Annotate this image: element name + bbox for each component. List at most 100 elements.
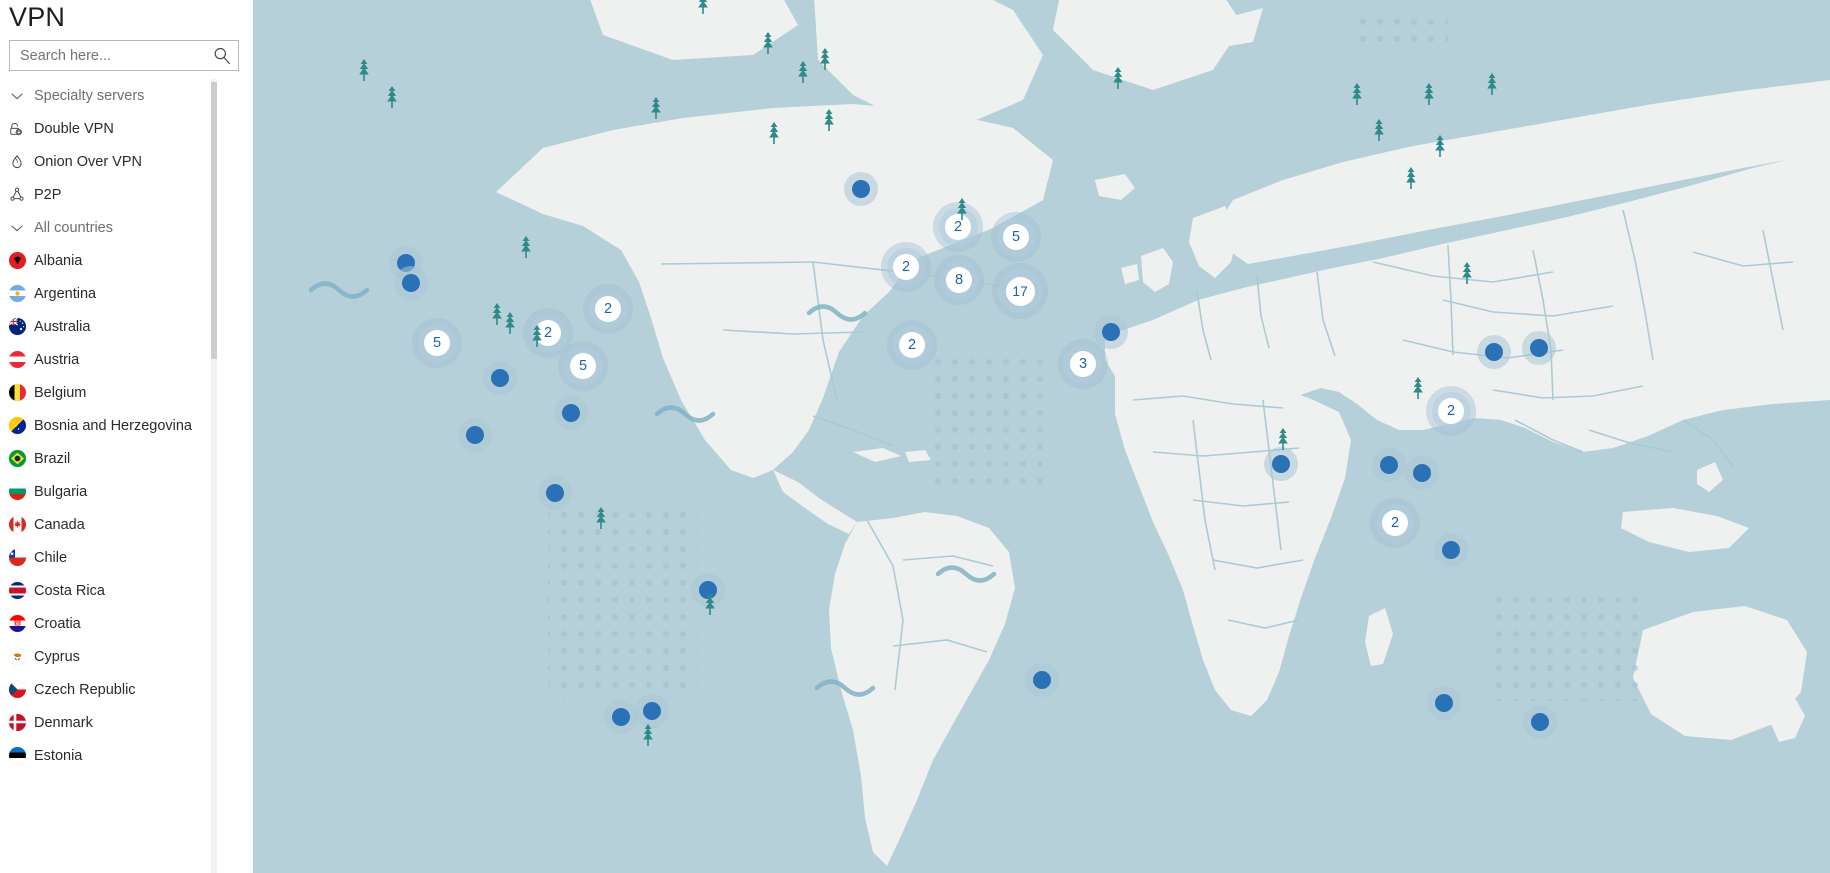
server-marker[interactable] <box>1522 331 1556 365</box>
marker-india[interactable] <box>1264 447 1298 481</box>
cluster-marker[interactable]: 5 <box>412 318 462 368</box>
tree-icon <box>503 312 517 334</box>
server-marker[interactable] <box>458 418 492 452</box>
server-marker[interactable] <box>1405 456 1439 490</box>
server-marker[interactable] <box>1372 448 1406 482</box>
marker-korea[interactable] <box>1477 335 1511 369</box>
server-marker[interactable] <box>635 694 669 728</box>
server-marker[interactable] <box>844 172 878 206</box>
marker-dot <box>546 484 564 502</box>
server-marker[interactable] <box>1477 335 1511 369</box>
marker-dot <box>1530 339 1548 357</box>
tree-icon <box>519 236 533 258</box>
marker-sweden[interactable]: 5 <box>991 212 1041 262</box>
sidebar-item-label: Double VPN <box>34 120 114 137</box>
country-label: Cyprus <box>34 648 80 665</box>
marker-vietnam[interactable] <box>1372 448 1406 482</box>
cluster-count: 5 <box>424 330 450 356</box>
flag-bosnia-and-herzegovina-icon <box>4 415 30 437</box>
cluster-count: 3 <box>1070 351 1096 377</box>
server-marker[interactable] <box>1094 315 1128 349</box>
marker-losangeles[interactable]: 5 <box>412 318 462 368</box>
server-marker[interactable] <box>554 396 588 430</box>
marker-netherlands[interactable]: 8 <box>934 255 984 305</box>
marker-uk[interactable]: 2 <box>881 242 931 292</box>
marker-atlanta[interactable] <box>554 396 588 430</box>
cluster-count: 2 <box>893 254 919 280</box>
server-marker[interactable] <box>394 266 428 300</box>
marker-germany[interactable]: 17 <box>992 263 1048 319</box>
marker-dallas[interactable] <box>458 418 492 452</box>
tree-icon <box>761 32 775 54</box>
flag-costa-rica-icon <box>4 580 30 602</box>
server-marker[interactable] <box>483 361 517 395</box>
server-marker[interactable] <box>604 700 638 734</box>
cluster-marker[interactable]: 8 <box>934 255 984 305</box>
marker-spain[interactable]: 2 <box>887 320 937 370</box>
cluster-marker[interactable]: 2 <box>1426 386 1476 436</box>
cluster-marker[interactable]: 2 <box>887 320 937 370</box>
cluster-marker[interactable]: 5 <box>991 212 1041 262</box>
sidebar: VPN Specialty servers <box>0 0 253 873</box>
server-marker[interactable] <box>538 476 572 510</box>
marker-toronto[interactable]: 2 <box>583 284 633 334</box>
marker-georgia[interactable] <box>1094 315 1128 349</box>
tree-icon <box>1422 83 1436 105</box>
marker-southafrica[interactable] <box>1025 663 1059 697</box>
tree-icon <box>1433 135 1447 157</box>
cluster-count: 17 <box>1005 276 1035 306</box>
sidebar-scrollbar-thumb[interactable] <box>211 82 217 359</box>
server-marker[interactable] <box>1427 686 1461 720</box>
server-marker[interactable] <box>1025 663 1059 697</box>
chevron-down-icon <box>4 85 30 107</box>
flag-australia-icon <box>4 316 30 338</box>
cluster-marker[interactable]: 2 <box>583 284 633 334</box>
country-label: Croatia <box>34 615 81 632</box>
marker-hongkong[interactable]: 2 <box>1426 386 1476 436</box>
sidebar-group-label: All countries <box>34 219 113 236</box>
marker-dot <box>643 702 661 720</box>
marker-dot <box>1531 713 1549 731</box>
marker-phoenix[interactable] <box>483 361 517 395</box>
marker-dot <box>491 369 509 387</box>
tree-icon <box>822 109 836 131</box>
marker-indonesia[interactable] <box>1434 533 1468 567</box>
tree-icon <box>696 0 710 14</box>
marker-dot <box>612 708 630 726</box>
marker-iceland[interactable] <box>844 172 878 206</box>
cluster-marker[interactable]: 2 <box>1370 498 1420 548</box>
server-marker[interactable] <box>1434 533 1468 567</box>
server-marker[interactable] <box>1523 705 1557 739</box>
cluster-count: 2 <box>1382 510 1408 536</box>
flag-austria-icon <box>4 349 30 371</box>
flag-croatia-icon <box>4 613 30 635</box>
tree-icon <box>649 97 663 119</box>
country-label: Belgium <box>34 384 87 401</box>
marker-dot <box>1485 343 1503 361</box>
cluster-marker[interactable]: 5 <box>558 341 608 391</box>
sidebar-item-label: P2P <box>34 186 62 203</box>
marker-newyork[interactable]: 5 <box>558 341 608 391</box>
marker-chile[interactable] <box>604 700 638 734</box>
marker-taiwan[interactable] <box>1405 456 1439 490</box>
country-label: Denmark <box>34 714 93 731</box>
marker-argentina[interactable] <box>635 694 669 728</box>
search-icon[interactable] <box>212 46 232 66</box>
cluster-marker[interactable]: 2 <box>881 242 931 292</box>
server-marker[interactable] <box>1264 447 1298 481</box>
marker-japan[interactable] <box>1522 331 1556 365</box>
marker-dot <box>562 404 580 422</box>
marker-australia[interactable] <box>1427 686 1461 720</box>
marker-seattle[interactable] <box>394 266 428 300</box>
marker-singapore[interactable]: 2 <box>1370 498 1420 548</box>
search-box[interactable] <box>9 40 239 71</box>
sidebar-item-label: Onion Over VPN <box>34 153 142 170</box>
marker-costarica[interactable] <box>538 476 572 510</box>
chevron-down-icon <box>4 217 30 239</box>
search-input[interactable] <box>20 42 212 69</box>
cluster-marker[interactable]: 17 <box>992 263 1048 319</box>
world-map[interactable]: 2 5 2 8 17 2 2 5 2 5 3 2 2 <box>253 0 1830 873</box>
tree-icon <box>796 61 810 83</box>
marker-newzealand[interactable] <box>1523 705 1557 739</box>
country-label: Australia <box>34 318 91 335</box>
